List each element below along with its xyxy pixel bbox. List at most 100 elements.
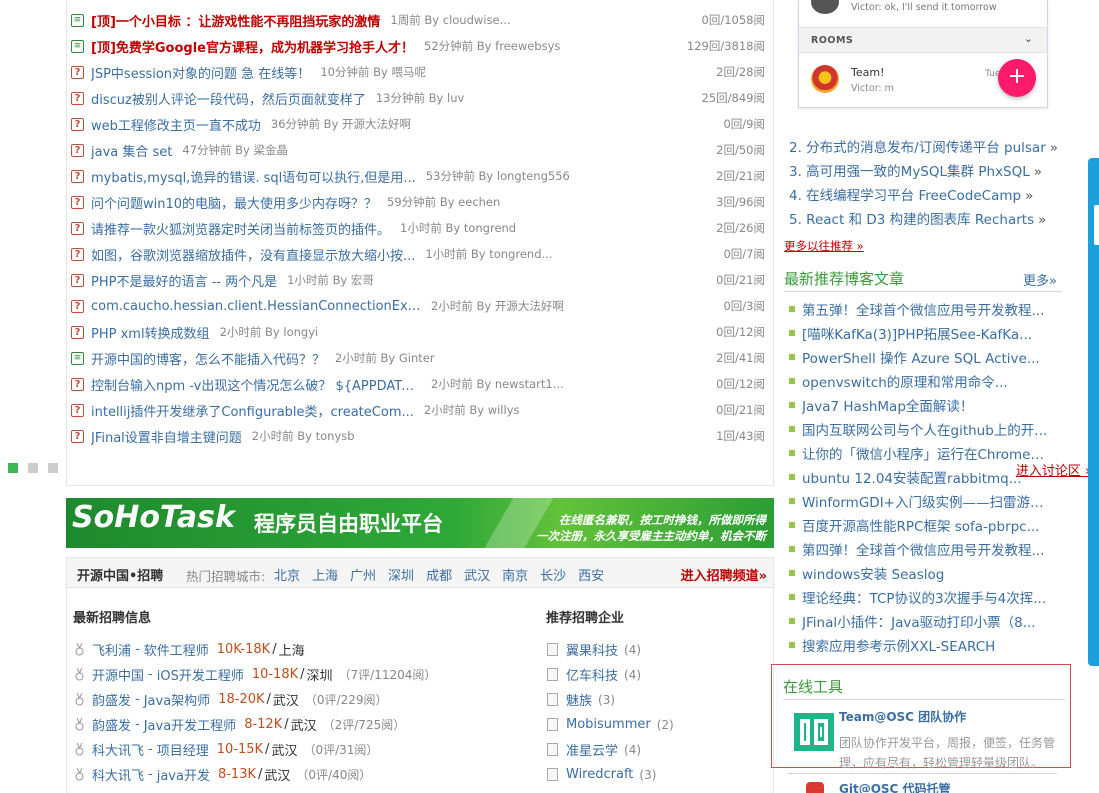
- city-link[interactable]: 北京: [274, 565, 300, 584]
- blog-link[interactable]: 理论经典：TCP协议的3次握手与4次挥...: [802, 587, 1046, 607]
- sohotask-banner[interactable]: SoHoTask 程序员自由职业平台 在线匿名兼职，按工时挣钱，所做即所得 一次…: [66, 498, 774, 548]
- topic-title-link[interactable]: 如图，谷歌浏览器缩放插件，没有直接显示放大缩小按...: [91, 245, 415, 264]
- blog-link[interactable]: 第五弹！全球首个微信应用号开发教程...: [802, 299, 1044, 319]
- enterprise-link[interactable]: 翼果科技: [566, 640, 618, 659]
- blog-link[interactable]: 第四弹！全球首个微信应用号开发教程...: [802, 539, 1044, 559]
- project-link[interactable]: 2. 分布式的消息发布/订阅传递平台 pulsar: [789, 140, 1046, 156]
- topic-title-link[interactable]: PHP xml转换成数组: [91, 323, 210, 342]
- blog-link[interactable]: windows安装 Seaslog: [802, 563, 944, 583]
- job-company-link[interactable]: 韵盛发: [92, 715, 131, 734]
- blog-link[interactable]: 搜索应用参考示例XXL-SEARCH: [802, 635, 995, 655]
- topic-title-link[interactable]: [顶]一个小目标 ：让游戏性能不再阻挡玩家的激情: [91, 11, 380, 30]
- git-osc-link[interactable]: Git@OSC 代码托管: [839, 780, 951, 793]
- enter-jobs-link[interactable]: 进入招聘频道»: [681, 565, 767, 584]
- topic-title-link[interactable]: 请推荐一款火狐浏览器定时关闭当前标签页的插件。: [91, 219, 390, 238]
- topic-title-link[interactable]: JSP中session对象的问题 急 在线等！: [91, 63, 310, 82]
- topic-title-link[interactable]: 开源中国的博客，怎么不能插入代码？？: [91, 349, 325, 368]
- topic-title-link[interactable]: web工程修改主页一直不成功: [91, 115, 261, 134]
- city-link[interactable]: 上海: [312, 565, 338, 584]
- city-link[interactable]: 武汉: [464, 565, 490, 584]
- job-position-link[interactable]: 项目经理: [157, 740, 209, 759]
- blog-link[interactable]: 国内互联网公司与个人在github上的开...: [802, 419, 1047, 439]
- chevron-down-icon[interactable]: ⌄: [1024, 32, 1033, 45]
- blog-link[interactable]: JFinal小插件：Java驱动打印小票（8...: [802, 611, 1036, 631]
- topic-title-link[interactable]: 控制台输入npm -v出现这个情况怎么破？ ${APPDATA...: [91, 375, 421, 394]
- rooms-bar[interactable]: ROOMS ⌄: [799, 27, 1047, 53]
- job-position-link[interactable]: Java架构师: [144, 690, 210, 709]
- team-osc-logo-icon[interactable]: [794, 713, 834, 751]
- pager-dot-3[interactable]: [48, 463, 58, 473]
- blog-link[interactable]: openvswitch的原理和常用命令...: [802, 371, 1008, 391]
- topic-meta: 1小时前 By 宏哥: [287, 273, 374, 287]
- divider: [784, 291, 1062, 292]
- job-position-link[interactable]: iOS开发工程师: [157, 665, 244, 684]
- chat-room-name[interactable]: Team!: [851, 66, 884, 79]
- blog-link[interactable]: PowerShell 操作 Azure SQL Active...: [802, 347, 1040, 367]
- topic-title-link[interactable]: intellij插件开发继承了Configurable类，createCom..…: [91, 401, 414, 420]
- job-position-link[interactable]: 软件工程师: [144, 640, 209, 659]
- topic-title-link[interactable]: [顶]免费学Google官方课程，成为机器学习抢手人才！: [91, 37, 414, 56]
- question-icon: ?: [71, 195, 84, 209]
- job-company-link[interactable]: 开源中国: [92, 665, 144, 684]
- banner-logo: SoHoTask: [72, 500, 235, 535]
- bullet-icon: [789, 642, 795, 648]
- job-company-link[interactable]: 科大讯飞: [92, 740, 144, 759]
- blog-link[interactable]: ubuntu 12.04安装配置rabbitmq...: [802, 467, 1022, 487]
- topic-title-link[interactable]: PHP不是最好的语言 -- 两个凡是: [91, 271, 277, 290]
- job-company-link[interactable]: 科大讯飞: [92, 765, 144, 784]
- blog-link[interactable]: [喵咪KafKa(3)]PHP拓展See-KafKa...: [802, 323, 1032, 343]
- project-arrow: »: [1025, 188, 1034, 204]
- project-link[interactable]: 5. React 和 D3 构建的图表库 Recharts: [789, 212, 1034, 228]
- topic-stats: 0回/12阅: [716, 325, 765, 339]
- blogs-more-link[interactable]: 更多»: [1023, 270, 1057, 289]
- blog-link[interactable]: Java7 HashMap全面解读！: [802, 395, 973, 415]
- topic-title-link[interactable]: 问个问题win10的电脑，最大使用多少内存呀？？: [91, 193, 377, 212]
- topic-title-link[interactable]: JFinal设置非自增主键问题: [91, 427, 242, 446]
- city-link[interactable]: 南京: [502, 565, 528, 584]
- city-link[interactable]: 成都: [426, 565, 452, 584]
- topic-stats: 0回/12阅: [716, 377, 765, 391]
- banner-slogan-1: 在线匿名兼职，按工时挣钱，所做即所得: [559, 513, 766, 527]
- topic-title-link[interactable]: java 集合 set: [91, 141, 172, 160]
- pager-dot-2[interactable]: [28, 463, 38, 473]
- question-icon: ?: [71, 403, 84, 417]
- enterprise-link[interactable]: 亿车科技: [566, 665, 618, 684]
- more-recommendations-link[interactable]: 更多以往推荐 »: [784, 238, 864, 254]
- hot-cities-label: 热门招聘城市:: [186, 569, 266, 584]
- rooms-label: ROOMS: [811, 35, 854, 46]
- job-company-link[interactable]: 韵盛发: [92, 690, 131, 709]
- city-link[interactable]: 西安: [578, 565, 604, 584]
- topic-title-link[interactable]: com.caucho.hessian.client.HessianConnect…: [91, 299, 421, 314]
- banner-slogan-2: 一次注册，永久享受雇主主动约单，机会不断: [536, 529, 766, 543]
- enterprise-link[interactable]: Mobisummer: [566, 717, 651, 732]
- city-link[interactable]: 深圳: [388, 565, 414, 584]
- team-osc-link[interactable]: Team@OSC 团队协作: [839, 708, 966, 725]
- topic-row: ? 如图，谷歌浏览器缩放插件，没有直接显示放大缩小按... 1小时前 By tong…: [71, 241, 771, 267]
- city-link[interactable]: 长沙: [540, 565, 566, 584]
- chat-last-message: Victor: ok, I'll send it tomorrow: [851, 2, 997, 13]
- pager-dot-1[interactable]: [8, 463, 18, 473]
- job-position-link[interactable]: Java开发工程师: [144, 715, 236, 734]
- project-link[interactable]: 3. 高可用强一致的MySQL集群 PhxSQL: [789, 164, 1030, 180]
- job-position-link[interactable]: java开发: [157, 765, 210, 784]
- job-separator: /: [272, 642, 277, 657]
- enterprise-item: 准星云学 (4): [547, 737, 641, 762]
- add-button[interactable]: +: [998, 59, 1036, 97]
- enterprise-link[interactable]: 魅族: [566, 690, 592, 709]
- topic-stats: 25回/849阅: [701, 91, 765, 105]
- job-company-link[interactable]: 飞利浦: [92, 640, 131, 659]
- question-icon: ?: [71, 221, 84, 235]
- enterprise-link[interactable]: 准星云学: [566, 740, 618, 759]
- city-link[interactable]: 广州: [350, 565, 376, 584]
- blog-link[interactable]: 百度开源高性能RPC框架 sofa-pbrpc...: [802, 515, 1039, 535]
- topic-title-link[interactable]: mybatis,mysql,诡异的错误. sql语句可以执行,但是用...: [91, 167, 416, 186]
- blog-link[interactable]: WinformGDI+入门级实例——扫雷游戏...: [802, 491, 1052, 511]
- project-link[interactable]: 4. 在线编程学习平台 FreeCodeCamp: [789, 188, 1021, 204]
- blog-link[interactable]: 让你的「微信小程序」运行在Chrome浏...: [802, 443, 1052, 463]
- job-separator: /: [265, 742, 270, 757]
- enterprise-link[interactable]: Wiredcraft: [566, 767, 633, 782]
- doc-icon: ≡: [71, 39, 84, 53]
- topic-row: ? JFinal设置非自增主键问题 2小时前 By tonysb 1回/43阅: [71, 423, 771, 449]
- topic-title-link[interactable]: discuz被别人评论一段代码，然后页面就变样了: [91, 89, 366, 108]
- job-separator: /: [258, 767, 263, 782]
